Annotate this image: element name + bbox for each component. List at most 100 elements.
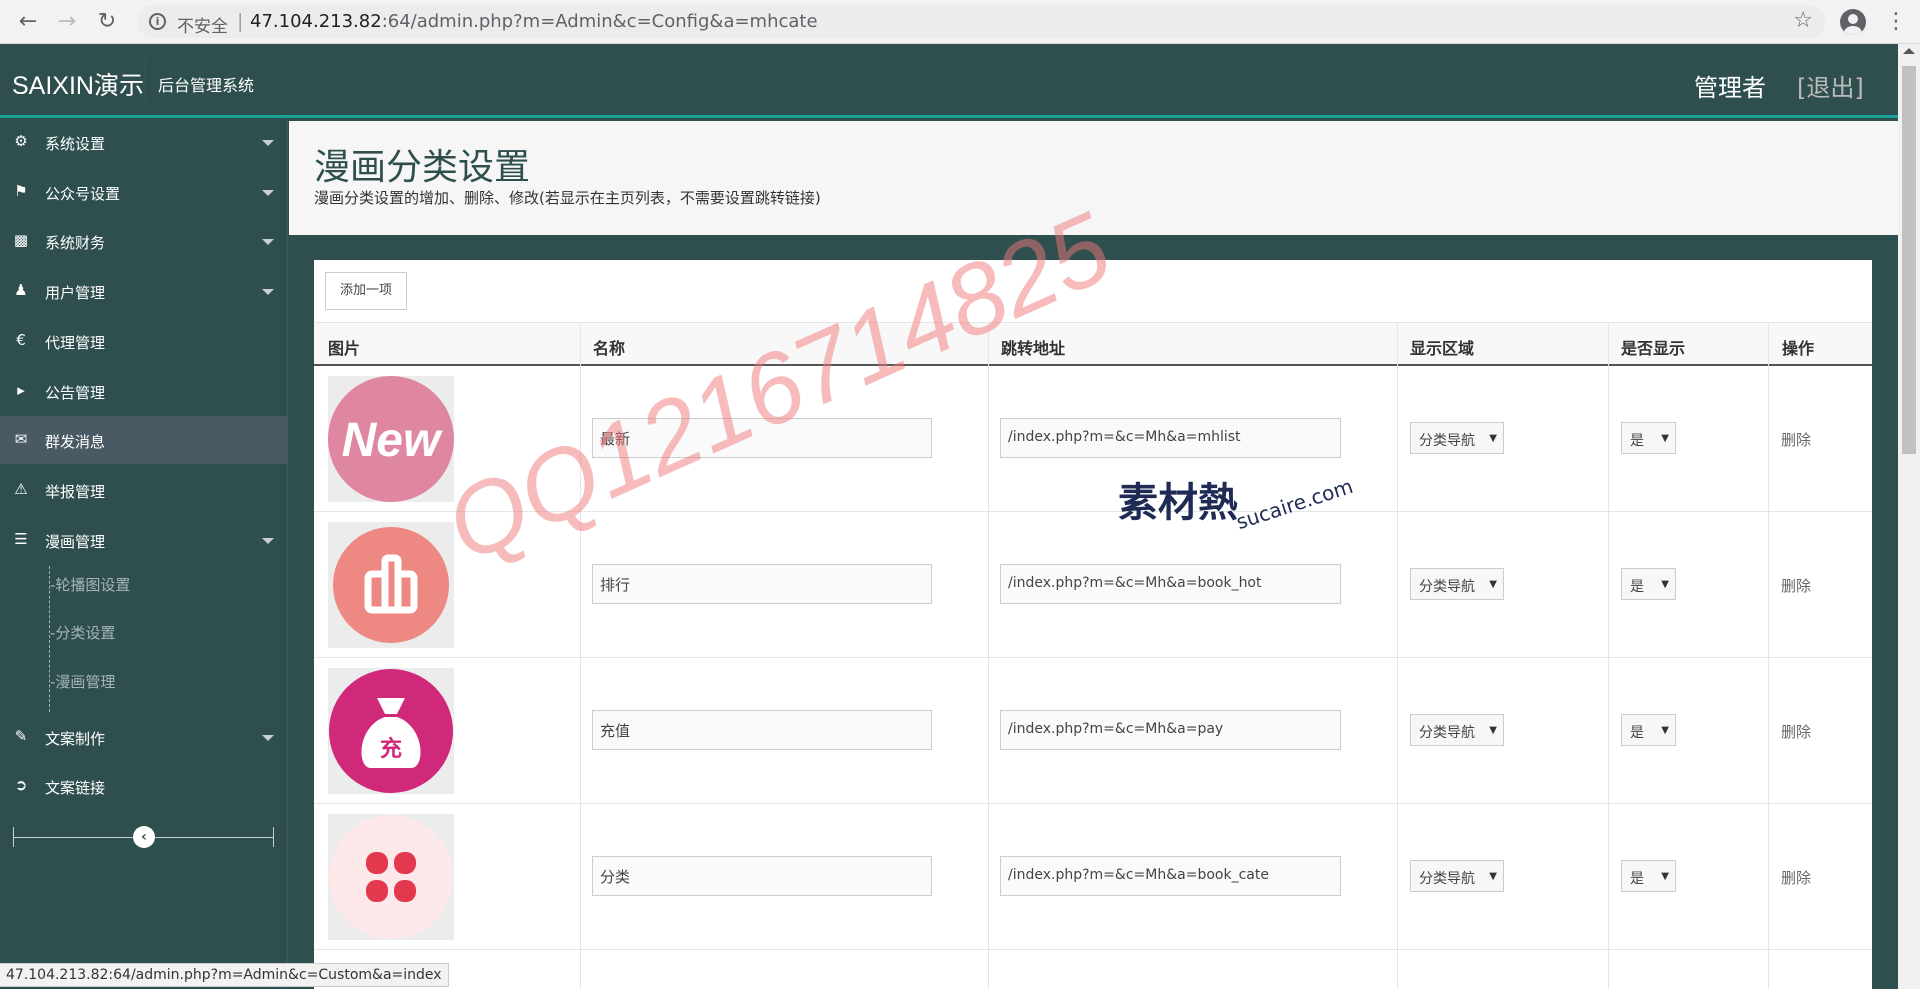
sidebar-item-reports[interactable]: ⚠ 举报管理 — [0, 466, 288, 514]
forward-arrow-icon[interactable]: → — [53, 8, 81, 36]
dropdown-arrow-icon: ▼ — [1489, 579, 1497, 590]
delete-link[interactable]: 删除 — [1781, 721, 1811, 742]
caret-down-icon — [262, 190, 274, 196]
category-url-input[interactable]: /index.php?m=&c=Mh&a=book_hot — [1000, 564, 1341, 604]
sidebar-item-comics[interactable]: ☰ 漫画管理 — [0, 516, 288, 564]
tags-icon: ⚑ — [14, 182, 28, 200]
list-icon: ☰ — [14, 530, 28, 548]
collapse-tick — [273, 827, 274, 847]
category-image[interactable]: 充 — [328, 668, 454, 794]
visible-select-value: 是 — [1630, 725, 1644, 741]
browser-toolbar: ← → ↻ i 不安全 | 47.104.213.82:64/admin.php… — [0, 0, 1920, 44]
brand-name[interactable]: SAIXIN演示 — [12, 66, 144, 102]
dropdown-arrow-icon: ▼ — [1489, 725, 1497, 736]
category-image[interactable] — [328, 814, 454, 940]
visible-select[interactable]: 是 ▼ — [1621, 568, 1676, 600]
sidebar-item-wechat-settings[interactable]: ⚑ 公众号设置 — [0, 168, 288, 216]
caret-down-icon — [262, 289, 274, 295]
page-title: 漫画分类设置 — [314, 147, 531, 188]
sidebar-item-label: 用户管理 — [45, 284, 106, 302]
sidebar-item-notices[interactable]: ▸ 公告管理 — [0, 367, 288, 415]
address-separator: | — [237, 10, 244, 32]
dropdown-arrow-icon: ▼ — [1661, 725, 1669, 736]
region-select[interactable]: 分类导航 ▼ — [1410, 714, 1504, 746]
bullhorn-icon: ▸ — [17, 381, 25, 399]
url-text[interactable]: 47.104.213.82:64/admin.php?m=Admin&c=Con… — [250, 11, 818, 32]
submenu-item-label: -轮播图设置 — [50, 576, 131, 594]
submenu-item-categories[interactable]: -分类设置 — [50, 622, 115, 658]
category-table-panel: 添加一项 图片 名称 跳转地址 显示区域 是否显示 操作 New 最新 /ind… — [314, 260, 1872, 989]
visible-select-value: 是 — [1630, 871, 1644, 887]
site-logo-watermark: 素材熱 — [1118, 480, 1238, 526]
sidebar-item-label: 公告管理 — [45, 384, 106, 402]
region-select-value: 分类导航 — [1419, 433, 1475, 449]
column-header-region: 显示区域 — [1410, 339, 1475, 358]
brand-subtitle: 后台管理系统 — [158, 76, 255, 95]
region-select[interactable]: 分类导航 ▼ — [1410, 422, 1504, 454]
dropdown-arrow-icon: ▼ — [1661, 433, 1669, 444]
sidebar-item-label: 文案链接 — [45, 779, 106, 797]
column-header-action: 操作 — [1782, 339, 1815, 358]
gear-icon: ⚙ — [14, 132, 28, 150]
add-item-button[interactable]: 添加一项 — [325, 272, 407, 310]
sidebar-item-label: 群发消息 — [45, 433, 106, 451]
submenu-item-comics[interactable]: -漫画管理 — [50, 671, 115, 707]
region-select-value: 分类导航 — [1419, 871, 1475, 887]
region-select[interactable]: 分类导航 ▼ — [1410, 568, 1504, 600]
category-name-input[interactable]: 充值 — [592, 710, 932, 750]
category-image[interactable] — [328, 522, 454, 648]
scroll-up-arrow-icon[interactable] — [1903, 48, 1915, 54]
delete-link[interactable]: 删除 — [1781, 575, 1811, 596]
brand-divider — [145, 58, 146, 102]
visible-select-value: 是 — [1630, 433, 1644, 449]
scrollbar-thumb[interactable] — [1902, 66, 1916, 454]
dropdown-arrow-icon: ▼ — [1489, 433, 1497, 444]
user-icon: ♟ — [14, 281, 28, 299]
sidebar-item-label: 系统财务 — [45, 234, 106, 252]
sidebar-item-users[interactable]: ♟ 用户管理 — [0, 267, 288, 315]
bookmark-star-icon[interactable]: ☆ — [1793, 8, 1813, 33]
logout-link[interactable]: [退出] — [1797, 68, 1864, 103]
share-icon: ➲ — [14, 776, 28, 794]
user-name: 管理者 — [1694, 74, 1766, 102]
url-path: :64/admin.php?m=Admin&c=Config&a=mhcate — [381, 11, 818, 32]
delete-link[interactable]: 删除 — [1781, 867, 1811, 888]
category-name-input[interactable]: 排行 — [592, 564, 932, 604]
region-select[interactable]: 分类导航 ▼ — [1410, 860, 1504, 892]
dropdown-arrow-icon: ▼ — [1661, 871, 1669, 882]
category-grid-icon — [329, 815, 453, 939]
submenu-item-label: -漫画管理 — [50, 673, 116, 691]
info-icon[interactable]: i — [149, 13, 166, 30]
sidebar-item-system-settings[interactable]: ⚙ 系统设置 — [0, 118, 288, 166]
reload-icon[interactable]: ↻ — [93, 8, 121, 36]
collapse-sidebar-chevron-icon[interactable]: ‹ — [133, 826, 155, 848]
sidebar-item-broadcast[interactable]: ✉ 群发消息 — [0, 416, 288, 464]
sidebar-item-finance[interactable]: ▩ 系统财务 — [0, 217, 288, 265]
profile-icon[interactable] — [1840, 9, 1866, 35]
sidebar-item-label: 公众号设置 — [45, 185, 121, 203]
submenu-item-label: -分类设置 — [50, 624, 116, 642]
menu-kebab-icon[interactable]: ⋮ — [1885, 8, 1907, 36]
sidebar-item-copy-links[interactable]: ➲ 文案链接 — [0, 762, 288, 810]
address-bar[interactable]: i 不安全 | 47.104.213.82:64/admin.php?m=Adm… — [137, 5, 1825, 38]
category-url-input[interactable]: /index.php?m=&c=Mh&a=book_cate — [1000, 856, 1341, 896]
submenu-item-carousel[interactable]: -轮播图设置 — [50, 574, 130, 610]
category-url-input[interactable]: /index.php?m=&c=Mh&a=mhlist — [1000, 418, 1341, 458]
money-bag-text: 充 — [380, 736, 402, 762]
new-badge-text: New — [342, 414, 443, 467]
sidebar-item-agents[interactable]: € 代理管理 — [0, 317, 288, 365]
caret-down-icon — [262, 239, 274, 245]
sidebar-item-label: 系统设置 — [45, 135, 106, 153]
visible-select[interactable]: 是 ▼ — [1621, 860, 1676, 892]
delete-link[interactable]: 删除 — [1781, 429, 1811, 450]
euro-icon: € — [16, 331, 26, 349]
vertical-scrollbar[interactable] — [1898, 44, 1920, 989]
sidebar-item-copywriting[interactable]: ✎ 文案制作 — [0, 713, 288, 761]
back-arrow-icon[interactable]: ← — [14, 8, 42, 36]
ranking-chart-icon — [333, 527, 449, 643]
category-name-input[interactable]: 分类 — [592, 856, 932, 896]
category-url-input[interactable]: /index.php?m=&c=Mh&a=pay — [1000, 710, 1341, 750]
visible-select[interactable]: 是 ▼ — [1621, 714, 1676, 746]
app-header: SAIXIN演示 后台管理系统 管理者 [退出] — [0, 44, 1898, 118]
visible-select[interactable]: 是 ▼ — [1621, 422, 1676, 454]
